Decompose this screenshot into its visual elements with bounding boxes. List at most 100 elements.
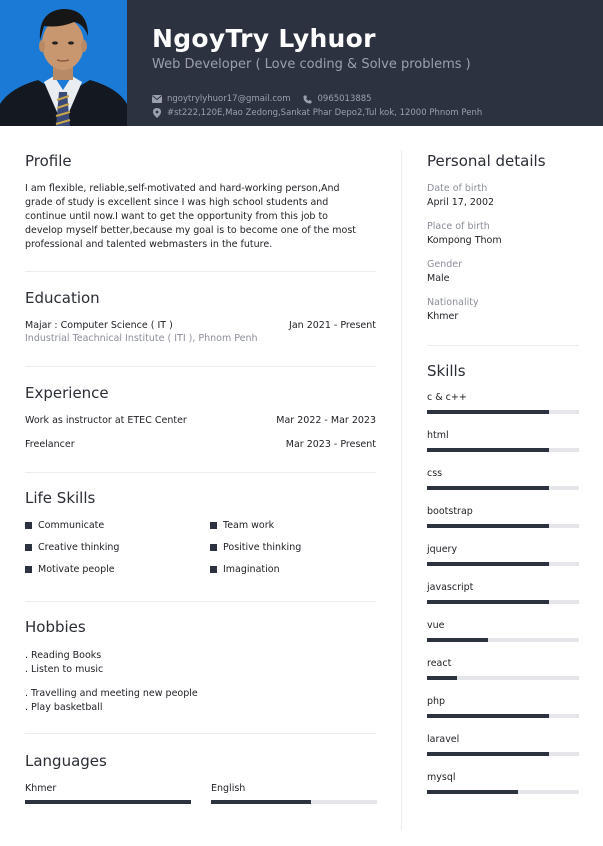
skill-level-fill <box>427 676 458 680</box>
skill-name: laravel <box>427 734 460 745</box>
detail-value: Male <box>427 273 450 284</box>
skill-level-bar <box>427 790 579 794</box>
phone-icon <box>303 94 313 104</box>
detail-item: Nationality Khmer <box>427 297 479 322</box>
skill-name: bootstrap <box>427 506 473 517</box>
phone-text[interactable]: 0965013885 <box>318 94 372 104</box>
skill-name: vue <box>427 620 445 631</box>
skill-level-bar <box>427 638 579 642</box>
skill-name: c & c++ <box>427 392 467 403</box>
education-degree: Majar : Computer Science ( IT ) <box>25 320 173 331</box>
skill-item: php <box>427 696 579 718</box>
education-school: Industrial Teachnical Institute ( ITI ),… <box>25 333 258 344</box>
address-text: #st222,120E,Mao Zedong,Sankat Phar Depo2… <box>167 108 483 118</box>
detail-label: Gender <box>427 259 463 270</box>
profile-photo <box>0 0 127 126</box>
skill-item: mysql <box>427 772 579 794</box>
skill-name: mysql <box>427 772 456 783</box>
section-divider <box>25 271 376 272</box>
skill-item: react <box>427 658 579 680</box>
life-skills-heading: Life Skills <box>25 489 96 507</box>
languages-heading: Languages <box>25 752 107 770</box>
hobby-item: . Reading Books <box>25 650 102 661</box>
experience-dates: Mar 2022 - Mar 2023 <box>276 415 376 426</box>
skill-name: php <box>427 696 446 707</box>
skill-item: c & c++ <box>427 392 579 414</box>
skill-level-fill <box>427 790 519 794</box>
section-divider <box>25 366 376 367</box>
life-skill-item: Motivate people <box>25 564 210 575</box>
address-row: #st222,120E,Mao Zedong,Sankat Phar Depo2… <box>152 108 482 118</box>
level-fill <box>211 800 311 804</box>
detail-value: Khmer <box>427 311 459 322</box>
square-bullet-icon <box>25 544 32 551</box>
hobby-item: . Listen to music <box>25 664 104 675</box>
email-icon <box>152 94 162 104</box>
square-bullet-icon <box>25 566 32 573</box>
skill-level-bar <box>427 752 579 756</box>
profile-text: I am flexible, reliable,self-motivated a… <box>25 183 357 250</box>
language-item: English <box>211 783 377 804</box>
skill-level-bar <box>427 676 579 680</box>
detail-label: Place of birth <box>427 221 490 232</box>
skill-level-bar <box>427 448 579 452</box>
experience-item: Freelancer Mar 2023 - Present <box>25 439 376 450</box>
language-item: Khmer <box>25 783 191 804</box>
skill-name: jquery <box>427 544 458 555</box>
skill-level-fill <box>427 714 549 718</box>
life-skill-item: Imagination <box>210 564 376 575</box>
detail-value: April 17, 2002 <box>427 197 495 208</box>
skill-level-bar <box>427 410 579 414</box>
education-dates: Jan 2021 - Present <box>289 320 376 331</box>
hobby-item: . Travelling and meeting new people <box>25 688 198 699</box>
skill-name: css <box>427 468 443 479</box>
skill-level-bar <box>427 486 579 490</box>
hobby-item: . Play basketball <box>25 702 103 713</box>
skill-name: react <box>427 658 452 669</box>
detail-label: Nationality <box>427 297 479 308</box>
skill-item: css <box>427 468 579 490</box>
level-fill <box>25 800 191 804</box>
section-divider <box>25 601 376 602</box>
life-skills-list: Communicate Team work Creative thinking … <box>25 520 376 575</box>
skill-level-bar <box>427 600 579 604</box>
skill-name: html <box>427 430 449 441</box>
skill-level-fill <box>427 448 549 452</box>
column-divider <box>401 150 402 830</box>
language-name: English <box>211 783 246 794</box>
experience-heading: Experience <box>25 384 109 402</box>
skill-level-fill <box>427 524 549 528</box>
life-skill-item: Communicate <box>25 520 210 531</box>
skill-level-bar <box>427 714 579 718</box>
skill-level-fill <box>427 410 549 414</box>
location-pin-icon <box>152 108 162 118</box>
section-divider <box>25 733 376 734</box>
section-divider <box>25 472 376 473</box>
skill-level-fill <box>427 600 549 604</box>
life-skill-item: Team work <box>210 520 376 531</box>
language-name: Khmer <box>25 783 57 794</box>
detail-item: Gender Male <box>427 259 462 284</box>
language-level-bar <box>25 800 191 804</box>
skill-name: javascript <box>427 582 474 593</box>
section-divider <box>427 345 579 346</box>
skill-item: jquery <box>427 544 579 566</box>
candidate-role: Web Developer ( Love coding & Solve prob… <box>152 57 471 72</box>
education-heading: Education <box>25 289 100 307</box>
skill-item: laravel <box>427 734 579 756</box>
skill-level-fill <box>427 638 488 642</box>
experience-role: Work as instructor at ETEC Center <box>25 415 187 426</box>
languages-list: Khmer English <box>25 783 377 804</box>
skill-level-bar <box>427 562 579 566</box>
experience-item: Work as instructor at ETEC Center Mar 20… <box>25 415 376 426</box>
detail-label: Date of birth <box>427 183 488 194</box>
square-bullet-icon <box>25 522 32 529</box>
skill-item: vue <box>427 620 579 642</box>
profile-heading: Profile <box>25 152 72 170</box>
skill-level-bar <box>427 524 579 528</box>
skills-heading: Skills <box>427 362 466 380</box>
email-text[interactable]: ngoytrylyhuor17@gmail.com <box>167 94 291 104</box>
square-bullet-icon <box>210 566 217 573</box>
resume-header: NgoyTry Lyhuor Web Developer ( Love codi… <box>0 0 603 126</box>
personal-details-heading: Personal details <box>427 152 546 170</box>
